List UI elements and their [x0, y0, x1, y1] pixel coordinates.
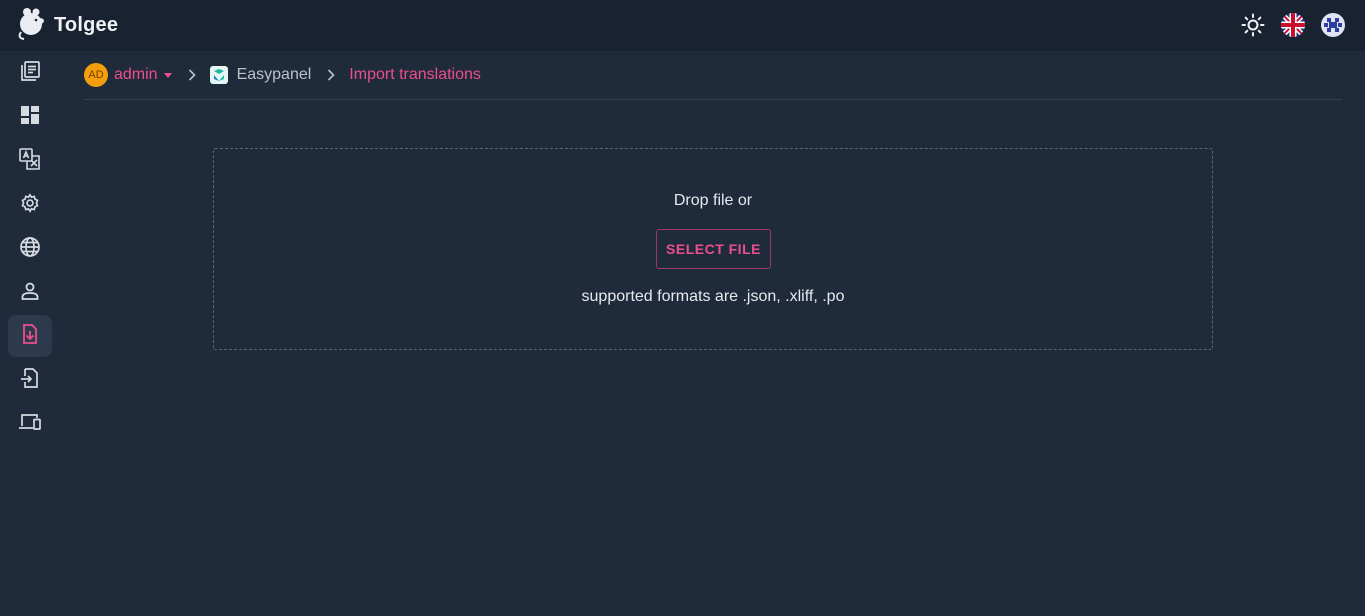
- owner-dropdown-caret-icon[interactable]: [163, 72, 172, 78]
- languages-globe-icon: [19, 236, 41, 263]
- supported-formats-text: supported formats are .json, .xliff, .po: [581, 288, 845, 305]
- sidebar-item-export[interactable]: [8, 359, 52, 401]
- sidebar-item-dashboard[interactable]: [8, 96, 52, 138]
- breadcrumb-current-page[interactable]: Import translations: [349, 66, 481, 84]
- export-file-icon: [19, 367, 41, 394]
- settings-gear-icon: [19, 192, 41, 219]
- breadcrumb: AD admin Easypanel Import translations: [84, 51, 1342, 100]
- projects-list-icon: [19, 60, 41, 87]
- sidebar-item-integrate[interactable]: [8, 403, 52, 445]
- sidebar-item-languages[interactable]: [8, 228, 52, 270]
- main-content: AD admin Easypanel Import translations D…: [84, 51, 1342, 616]
- theme-sun-icon[interactable]: [1239, 11, 1267, 39]
- breadcrumb-chevron-right-icon: [188, 69, 196, 81]
- top-app-bar: Tolgee: [0, 0, 1365, 51]
- breadcrumb-project-link[interactable]: Easypanel: [237, 66, 312, 84]
- drop-file-prompt: Drop file or: [673, 192, 753, 209]
- language-uk-flag-icon[interactable]: [1279, 11, 1307, 39]
- breadcrumb-chevron-right-icon-2: [327, 69, 335, 81]
- user-account-avatar-icon[interactable]: [1319, 11, 1347, 39]
- integrate-devices-icon: [18, 411, 42, 438]
- translations-icon: [18, 147, 42, 176]
- select-file-button[interactable]: SELECT FILE: [656, 229, 771, 269]
- members-person-icon: [19, 280, 41, 307]
- sidebar-item-projects[interactable]: [8, 52, 52, 94]
- import-file-icon: [19, 323, 41, 350]
- dashboard-icon: [20, 105, 40, 130]
- sidebar-item-members[interactable]: [8, 272, 52, 314]
- app-logo-link[interactable]: Tolgee: [16, 6, 118, 45]
- owner-avatar: AD: [84, 63, 108, 87]
- sidebar-item-translations[interactable]: [8, 140, 52, 182]
- project-logo-icon: [209, 66, 228, 84]
- file-dropzone[interactable]: Drop file or SELECT FILE supported forma…: [213, 148, 1213, 350]
- sidebar-item-settings[interactable]: [8, 184, 52, 226]
- project-side-menu: [0, 51, 60, 616]
- sidebar-item-import[interactable]: [8, 315, 52, 357]
- tolgee-mouse-logo-icon: [16, 6, 46, 45]
- breadcrumb-owner-link[interactable]: admin: [114, 66, 158, 84]
- app-name: Tolgee: [54, 14, 119, 36]
